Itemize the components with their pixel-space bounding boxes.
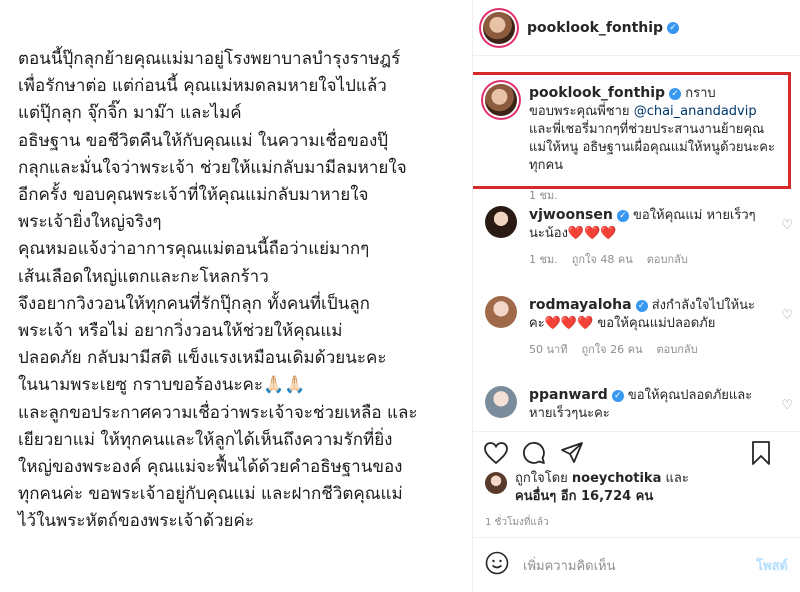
commenter-avatar[interactable]: [485, 296, 517, 328]
caption-text-after: และพี่เชอรี่มากๆที่ช่วยประสานงานย้ายคุณแ…: [529, 122, 775, 173]
likes-others-link[interactable]: คนอื่นๆ อีก 16,724 คน: [515, 489, 653, 504]
likes-summary: ถูกใจโดย noeychotika และ คนอื่นๆ อีก 16,…: [485, 470, 689, 506]
liker-avatar[interactable]: [485, 472, 507, 494]
commenter-avatar[interactable]: [485, 206, 517, 238]
comment-time[interactable]: 1 ชม.: [529, 251, 558, 269]
commenter-avatar[interactable]: [485, 386, 517, 418]
caption-username[interactable]: pooklook_fonthip: [529, 85, 665, 101]
like-heart-icon[interactable]: [483, 440, 509, 466]
comments-list[interactable]: pooklook_fonthip ✓ กราบขอบพระคุณพี่ชาย @c…: [473, 56, 800, 431]
comment-username[interactable]: rodmayaloha: [529, 297, 632, 313]
comment-username[interactable]: ppanward: [529, 387, 608, 403]
like-comment-heart-icon[interactable]: ♡: [781, 398, 793, 413]
action-bar: [473, 431, 800, 473]
post-image-text: ตอนนี้ปุ๊กลุกย้ายคุณแม่มาอยู่โรงพยาบาลบำ…: [18, 49, 418, 532]
likes-prefix: ถูกใจโดย: [515, 471, 572, 486]
comment-time[interactable]: 50 นาที: [529, 341, 567, 359]
add-comment-input[interactable]: เพิ่มความคิดเห็น: [523, 555, 616, 576]
like-comment-heart-icon[interactable]: ♡: [781, 308, 793, 323]
verified-badge-icon: ✓: [669, 87, 682, 100]
liker-username[interactable]: noeychotika: [572, 471, 661, 486]
verified-badge-icon: ✓: [667, 21, 680, 34]
reply-button[interactable]: ตอบกลับ: [647, 251, 688, 269]
comment-likes[interactable]: ถูกใจ 48 คน: [572, 251, 633, 269]
caption-avatar[interactable]: [485, 84, 517, 116]
caption-mention-link[interactable]: @chai_anandadvip: [634, 104, 757, 119]
comments-panel: pooklook_fonthip ✓ pooklook_fonthip ✓ กรา…: [473, 0, 800, 592]
comment-item: ppanward ✓ ขอให้คุณปลอดภัยและหายเร็วๆนะคะ…: [485, 386, 797, 423]
like-comment-heart-icon[interactable]: ♡: [781, 218, 793, 233]
verified-badge-icon: ✓: [635, 299, 648, 312]
post-timestamp[interactable]: 1 ชั่วโมงที่แล้ว: [485, 515, 549, 530]
verified-badge-icon: ✓: [616, 209, 629, 222]
reply-button[interactable]: ตอบกลับ: [656, 341, 697, 359]
post-header: pooklook_fonthip ✓: [473, 0, 800, 56]
author-username[interactable]: pooklook_fonthip: [527, 20, 663, 36]
caption-time[interactable]: 1 ชม.: [529, 187, 558, 205]
author-avatar[interactable]: [483, 11, 515, 44]
comment-item: vjwoonsen ✓ ขอให้คุณแม่ หายเร็วๆ นะน้อง❤️…: [485, 206, 797, 269]
share-send-icon[interactable]: [559, 440, 585, 466]
add-comment-bar: เพิ่มความคิดเห็น โพสต์: [473, 537, 800, 592]
comment-bubble-icon[interactable]: [521, 440, 547, 466]
comment-item: rodmayaloha ✓ ส่งกำลังใจไปให้นะคะ❤️❤️❤️ ข…: [485, 296, 797, 359]
emoji-smiley-icon[interactable]: [485, 551, 509, 579]
likes-middle: และ: [661, 471, 689, 486]
post-image: ตอนนี้ปุ๊กลุกย้ายคุณแม่มาอยู่โรงพยาบาลบำ…: [0, 0, 473, 592]
comment-username[interactable]: vjwoonsen: [529, 207, 613, 223]
caption-comment: pooklook_fonthip ✓ กราบขอบพระคุณพี่ชาย @c…: [485, 84, 797, 205]
post-comment-button[interactable]: โพสต์: [756, 555, 788, 576]
comment-likes[interactable]: ถูกใจ 26 คน: [581, 341, 642, 359]
bookmark-icon[interactable]: [748, 440, 774, 466]
verified-badge-icon: ✓: [611, 389, 624, 402]
